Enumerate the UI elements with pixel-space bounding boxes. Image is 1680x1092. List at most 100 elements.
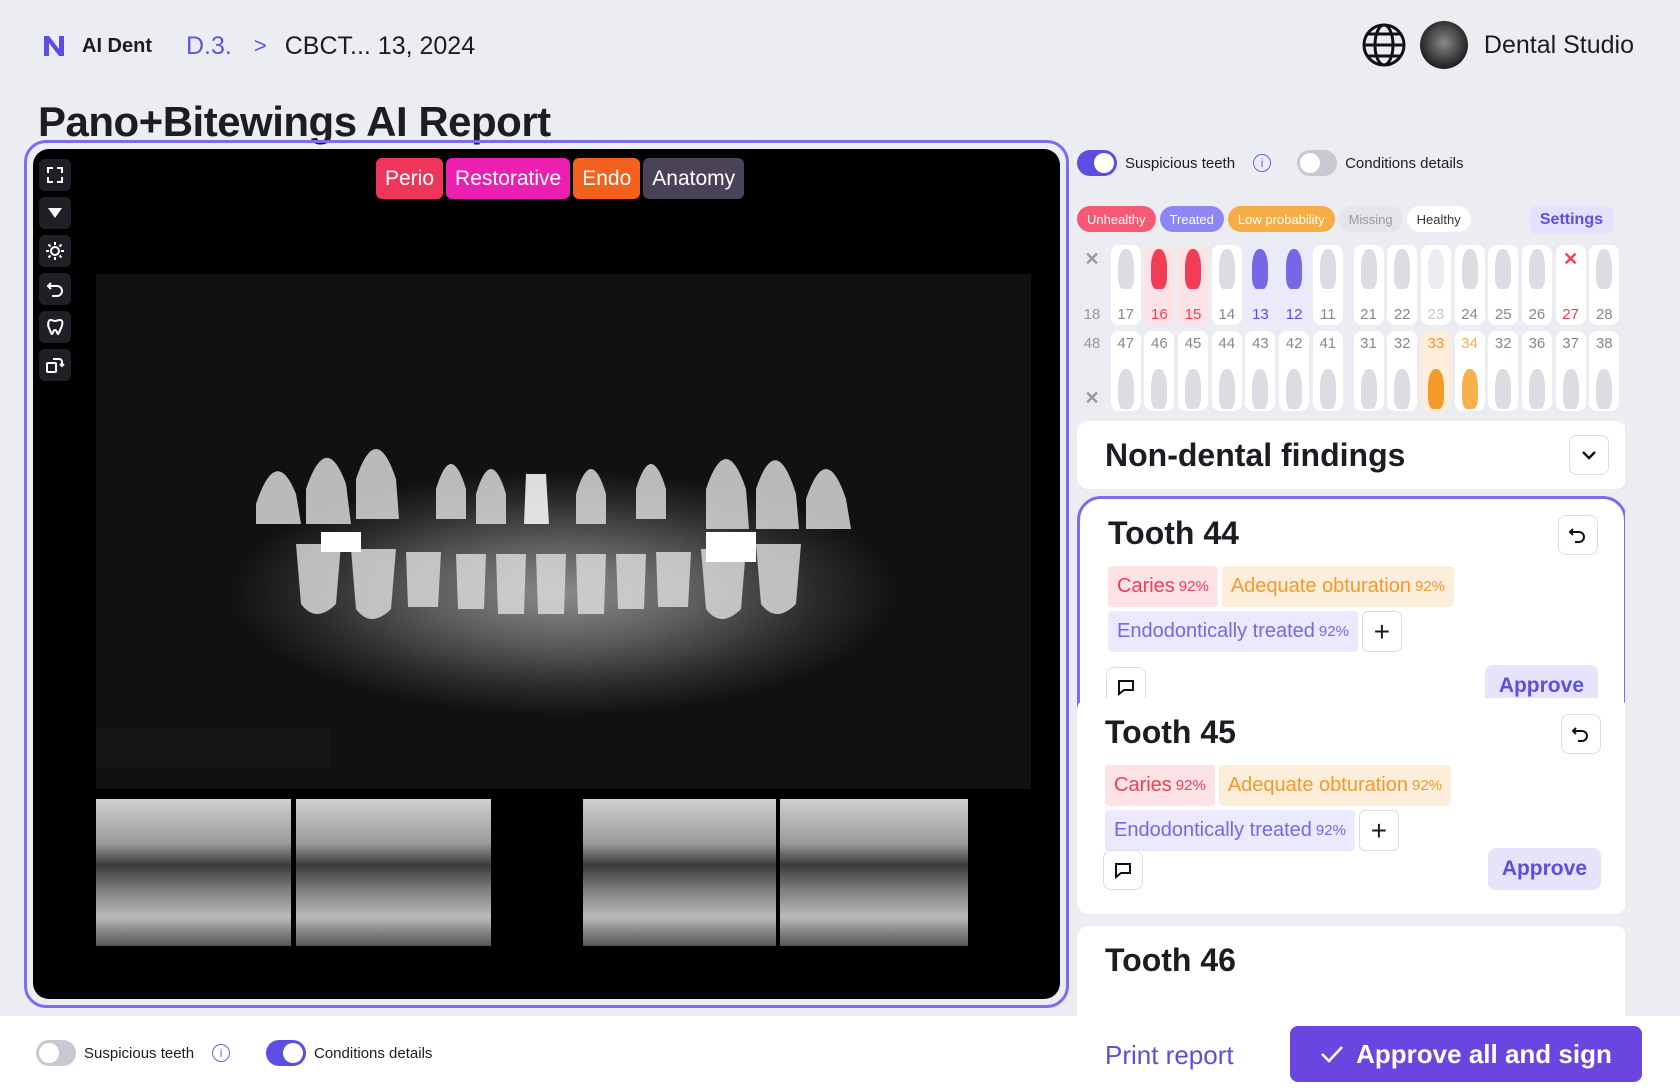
tooth-13[interactable]: 13 [1245,245,1276,325]
conditions-details-toggle[interactable] [266,1040,306,1066]
tooth-number: 24 [1461,306,1478,323]
check-icon [1321,1046,1344,1063]
undo-icon[interactable] [1558,515,1598,555]
undo-icon[interactable] [1561,714,1601,754]
tab-endo[interactable]: Endo [573,158,641,199]
tooth-28[interactable]: 28 [1589,245,1620,325]
tooth-26[interactable]: 26 [1521,245,1552,325]
globe-icon[interactable] [1360,21,1408,69]
non-dental-findings[interactable]: Non-dental findings [1077,421,1625,489]
viewer-toolbar [39,159,71,381]
tooth-number: 27 [1562,306,1579,323]
bitewing-2[interactable] [296,799,491,946]
tooth-number: 32 [1494,335,1512,352]
tooth-number: 18 [1083,306,1101,323]
tooth-44[interactable]: 44 [1211,331,1242,411]
finding-chip-caries[interactable]: Caries 92% [1105,765,1215,806]
tooth-11[interactable]: 11 [1312,245,1343,325]
finding-probability: 92% [1178,578,1209,595]
finding-chip-endo[interactable]: Endodontically treated 92% [1105,810,1355,851]
tooth-32[interactable]: 32 [1387,331,1418,411]
tab-restorative[interactable]: Restorative [446,158,571,199]
clinic-name[interactable]: Dental Studio [1484,31,1634,60]
tooth-card-title: Tooth 45 [1105,714,1236,750]
breadcrumb-patient[interactable]: D.3. [186,32,232,61]
legend-treated[interactable]: Treated [1159,206,1224,232]
settings-button[interactable]: Settings [1529,206,1613,234]
missing-x-icon: ✕ [1563,249,1579,269]
tooth-31[interactable]: 31 [1353,331,1384,411]
tooth-46[interactable]: 46 [1144,331,1175,411]
bitewing-3[interactable] [583,799,776,946]
tooth-21[interactable]: 21 [1353,245,1384,325]
tooth-33[interactable]: 33 [1420,331,1451,411]
add-finding-button[interactable]: + [1358,810,1399,851]
finding-chip-caries[interactable]: Caries 92% [1108,566,1218,607]
tooth-16[interactable]: 16 [1144,245,1175,325]
tooth-48[interactable]: 48 ✕ [1077,331,1107,411]
tooth-icon [1562,369,1579,409]
tooth-icon [1360,249,1377,289]
finding-chip-endo[interactable]: Endodontically treated 92% [1108,611,1358,652]
rotate-icon[interactable] [39,349,71,381]
tooth-card-title: Tooth 46 [1105,942,1236,978]
print-report-link[interactable]: Print report [1105,1040,1234,1071]
tooth-45[interactable]: 45 [1178,331,1209,411]
tooth-search-icon[interactable] [39,311,71,343]
tooth-47[interactable]: 47 [1110,331,1141,411]
tooth-43[interactable]: 43 [1245,331,1276,411]
approve-all-and-sign-button[interactable]: Approve all and sign [1290,1026,1642,1082]
tooth-42[interactable]: 42 [1279,331,1310,411]
avatar[interactable] [1419,21,1468,69]
brightness-icon[interactable] [39,235,71,267]
tooth-icon [1185,249,1202,289]
tooth-15[interactable]: 15 [1178,245,1209,325]
tooth-14[interactable]: 14 [1211,245,1242,325]
finding-chip-obturation[interactable]: Adequate obturation 92% [1221,566,1455,607]
tooth-17[interactable]: 17 [1110,245,1141,325]
conditions-details-toggle[interactable] [1297,150,1338,176]
tooth-card-title: Tooth 44 [1108,515,1239,551]
panoramic-xray[interactable] [96,274,1031,789]
tooth-25[interactable]: 25 [1488,245,1519,325]
info-icon[interactable]: i [1253,154,1272,172]
add-finding-button[interactable]: + [1361,611,1402,652]
tooth-34[interactable]: 34 [1454,331,1485,411]
tab-anatomy[interactable]: Anatomy [643,158,745,199]
filter-icon[interactable] [39,197,71,229]
tooth-icon [1394,249,1411,289]
tooth-18[interactable]: ✕ 18 [1077,245,1107,325]
tooth-41[interactable]: 41 [1312,331,1343,411]
legend-healthy[interactable]: Healthy [1406,206,1471,232]
tooth-number: 15 [1184,306,1202,323]
tooth-36[interactable]: 36 [1521,331,1552,411]
bitewing-4[interactable] [780,799,968,946]
bitewing-1[interactable] [96,799,291,946]
tooth-32[interactable]: 32 [1488,331,1519,411]
approve-button[interactable]: Approve [1487,848,1601,890]
tooth-icon [1461,369,1478,409]
legend-unhealthy[interactable]: Unhealthy [1077,206,1156,232]
legend-low-probability[interactable]: Low probability [1227,206,1335,232]
tooth-number: 32 [1393,335,1411,352]
tooth-24[interactable]: 24 [1454,245,1485,325]
chevron-down-icon[interactable] [1569,435,1609,475]
tooth-12[interactable]: 12 [1279,245,1310,325]
tooth-37[interactable]: 37 [1555,331,1586,411]
tooth-27[interactable]: ✕ 27 [1555,245,1586,325]
tooth-23[interactable]: 23 [1420,245,1451,325]
suspicious-teeth-toggle[interactable] [1077,150,1117,176]
suspicious-teeth-toggle[interactable] [36,1040,76,1066]
expand-icon[interactable] [39,159,71,191]
legend-missing[interactable]: Missing [1338,206,1403,232]
finding-probability: 92% [1315,822,1346,839]
comment-icon[interactable] [1103,850,1143,890]
tooth-icon [1252,249,1269,289]
tooth-number: 26 [1528,306,1546,323]
tab-perio[interactable]: Perio [376,158,444,199]
tooth-38[interactable]: 38 [1589,331,1620,411]
finding-chip-obturation[interactable]: Adequate obturation 92% [1218,765,1452,806]
info-icon[interactable]: i [212,1044,231,1062]
tooth-22[interactable]: 22 [1387,245,1418,325]
undo-icon[interactable] [39,273,71,305]
